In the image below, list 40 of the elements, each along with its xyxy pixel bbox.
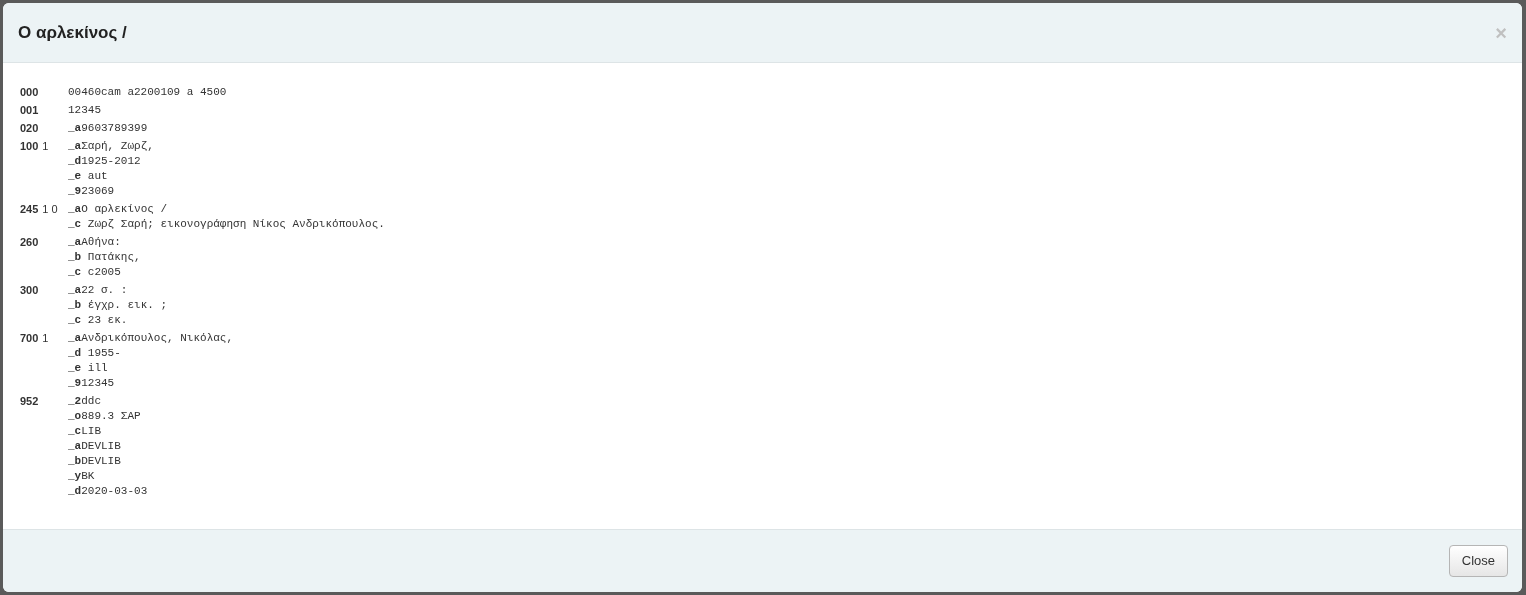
field-indicators: 1	[42, 331, 49, 346]
subfield-line: _yBK	[68, 469, 95, 484]
field-indicators: 1	[42, 139, 49, 154]
subfield-line: _aΟ αρλεκίνος /	[68, 202, 168, 217]
subfield-line: _e ill	[68, 361, 108, 376]
field-tag: 260	[20, 235, 39, 280]
subfield-line: _d 1955-	[68, 346, 121, 361]
field-value: 00460cam a2200109 a 4500	[68, 85, 227, 100]
field-tag: 700	[20, 331, 39, 391]
subfield-line: _aΣαρή, Ζωρζ,	[68, 139, 154, 154]
subfield-line: _912345	[68, 376, 115, 391]
subfield-line: _b έγχρ. εικ. ;	[68, 298, 168, 313]
field-tag: 245	[20, 202, 39, 232]
subfield-line: _aDEVLIB	[68, 439, 121, 454]
subfield-line: _2ddc	[68, 394, 102, 409]
subfield-line: _bDEVLIB	[68, 454, 121, 469]
subfield-line: _o889.3 ΣΑΡ	[68, 409, 141, 424]
field-value: 12345	[68, 103, 101, 118]
subfield-line: _923069	[68, 184, 115, 199]
subfield-line: _d2020-03-03	[68, 484, 148, 499]
field-tag: 952	[20, 394, 39, 499]
subfield-line: _aΑθήνα:	[68, 235, 121, 250]
subfield-line: _cLIB	[68, 424, 102, 439]
subfield-line: _e aut	[68, 169, 108, 184]
field-tag: 020	[20, 121, 39, 136]
field-indicators: 1 0	[42, 202, 58, 217]
subfield-line: _a22 σ. :	[68, 283, 128, 298]
subfield-line: _c c2005	[68, 265, 121, 280]
subfield-line: _d1925-2012	[68, 154, 141, 169]
subfield-line: _a9603789399	[68, 121, 148, 136]
field-tag: 100	[20, 139, 39, 199]
modal-title: Ο αρλεκίνος /	[18, 21, 127, 44]
subfield-line: _c Ζωρζ Σαρή; εικονογράφηση Νίκος Ανδρικόπουλος.	[68, 217, 385, 232]
field-tag: 000	[20, 85, 39, 100]
subfield-line: _b Πατάκης,	[68, 250, 141, 265]
subfield-line: _c 23 εκ.	[68, 313, 128, 328]
field-tag: 001	[20, 103, 39, 118]
field-tag: 300	[20, 283, 39, 328]
subfield-line: _aΑνδρικόπουλος, Νικόλας,	[68, 331, 234, 346]
close-button[interactable]: Close	[1448, 545, 1508, 577]
